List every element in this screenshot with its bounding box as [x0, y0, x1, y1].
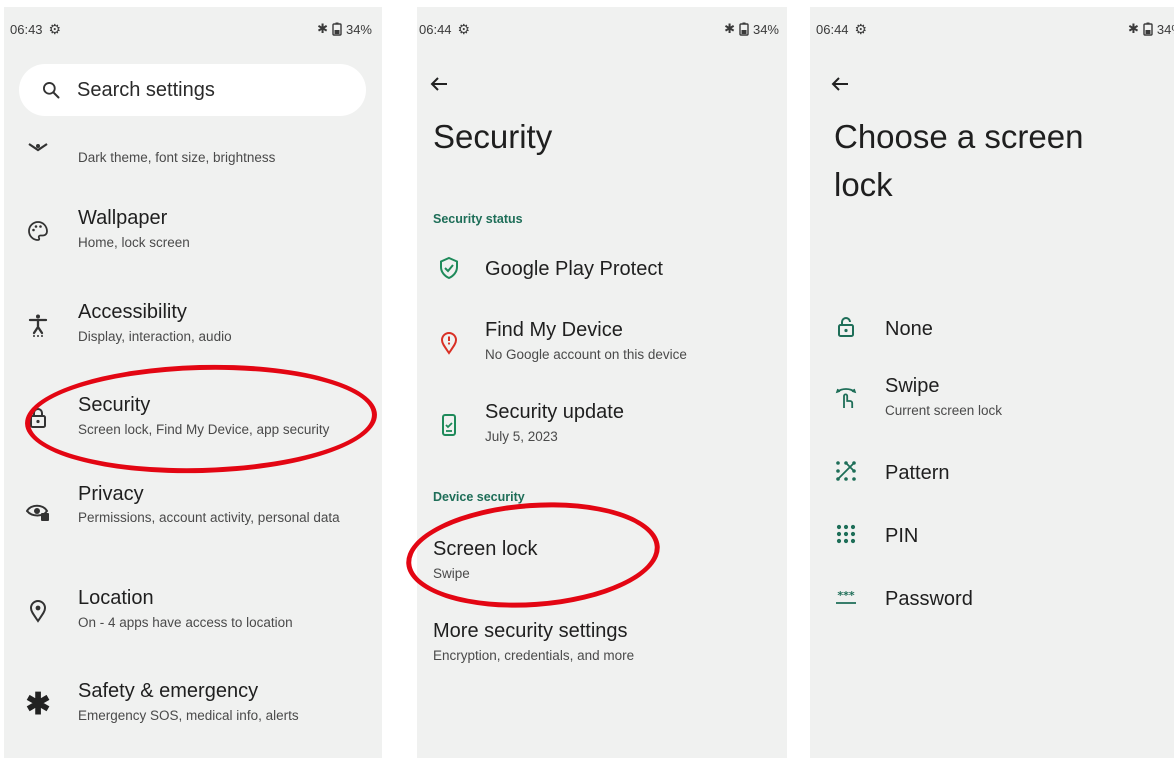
bluetooth-icon: ✱ [317, 21, 328, 36]
status-bar-right: ✱ 34% [1128, 21, 1174, 37]
security-item-play-protect[interactable]: Google Play Protect [417, 252, 787, 292]
back-arrow-icon[interactable] [427, 72, 451, 96]
search-settings-bar[interactable]: Search settings [19, 64, 366, 116]
lock-icon [30, 408, 46, 428]
page-title: Security [433, 118, 553, 155]
settings-item-wallpaper[interactable]: Wallpaper Home, lock screen [4, 205, 382, 255]
security-item-subtitle: Encryption, credentials, and more [433, 648, 635, 663]
lock-option-title: Password [885, 588, 973, 610]
settings-item-subtitle: Display, interaction, audio [78, 329, 232, 344]
settings-item-subtitle: Home, lock screen [78, 235, 190, 250]
accessibility-icon [28, 314, 48, 337]
page-title: Choose a screen lock [834, 113, 1083, 209]
security-item-more-settings[interactable]: More security settings Encryption, crede… [417, 619, 787, 669]
security-item-screen-lock[interactable]: Screen lock Swipe [417, 537, 787, 587]
status-bar-left: 06:43 ⚙ [10, 21, 61, 38]
lock-option-pin[interactable]: PIN [810, 520, 1174, 560]
display-icon [28, 143, 48, 152]
swipe-icon [835, 388, 857, 408]
choose-screen-lock-screen: 06:44 ⚙ ✱ 34% Choose a screen lock None … [810, 7, 1174, 758]
security-item-find-my-device[interactable]: Find My Device No Google account on this… [417, 318, 787, 368]
security-item-subtitle: July 5, 2023 [485, 429, 558, 444]
lock-option-subtitle: Current screen lock [885, 403, 1003, 418]
password-icon: *** [836, 589, 856, 604]
page-title-line1: Choose a screen [834, 118, 1084, 155]
settings-gear-icon: ⚙ [457, 21, 471, 37]
battery-percent: 34% [345, 21, 372, 37]
battery-icon [332, 22, 342, 36]
asterisk-icon: ✱ [25, 687, 51, 721]
security-item-title: Security update [485, 401, 624, 423]
status-bar-right: ✱ 34% [317, 21, 372, 37]
security-item-subtitle: Swipe [433, 566, 470, 581]
status-time: 06:43 [10, 22, 43, 37]
settings-item-security[interactable]: Security Screen lock, Find My Device, ap… [4, 392, 382, 442]
settings-item-title: Location [78, 587, 154, 609]
battery-percent: 34% [1156, 21, 1174, 37]
battery-icon [1143, 22, 1153, 36]
status-bar-left: 06:44 ⚙ [419, 21, 470, 38]
settings-item-subtitle: Screen lock, Find My Device, app securit… [78, 422, 330, 437]
status-time: 06:44 [816, 22, 849, 37]
settings-gear-icon: ⚙ [854, 21, 868, 37]
page-title-line2: lock [834, 166, 893, 203]
lock-option-title: PIN [885, 525, 919, 547]
security-item-title: More security settings [433, 620, 628, 642]
bluetooth-icon: ✱ [724, 21, 735, 36]
location-pin-icon [29, 600, 47, 623]
settings-item-accessibility[interactable]: Accessibility Display, interaction, audi… [4, 299, 382, 349]
pattern-icon [836, 461, 856, 481]
status-bar-right: ✱ 34% [724, 21, 779, 37]
lock-option-title: Swipe [885, 375, 940, 397]
unlocked-icon [838, 317, 854, 337]
section-header-device-security: Device security [433, 490, 525, 504]
lock-option-none[interactable]: None [810, 312, 1174, 352]
security-item-title: Screen lock [433, 538, 538, 560]
svg-text:***: *** [837, 589, 855, 602]
status-time: 06:44 [419, 22, 452, 37]
settings-item-subtitle: Emergency SOS, medical info, alerts [78, 708, 299, 723]
security-item-subtitle: No Google account on this device [485, 347, 687, 362]
settings-item-subtitle: On - 4 apps have access to location [78, 615, 293, 630]
settings-item-safety[interactable]: ✱ Safety & emergency Emergency SOS, medi… [4, 678, 382, 728]
settings-item-title: Wallpaper [78, 207, 168, 229]
back-arrow-icon[interactable] [828, 72, 852, 96]
lock-option-pattern[interactable]: Pattern [810, 457, 1174, 497]
phone-update-icon [442, 414, 456, 436]
settings-screen: 06:43 ⚙ ✱ 34% Search settings Dark theme… [4, 7, 382, 758]
search-icon [43, 82, 60, 99]
status-bar-left: 06:44 ⚙ [816, 21, 867, 38]
security-item-title: Find My Device [485, 319, 623, 341]
settings-item-title: Security [78, 394, 151, 416]
settings-item-title: Accessibility [78, 301, 187, 323]
shield-check-icon [440, 256, 458, 280]
battery-icon [739, 22, 749, 36]
security-item-security-update[interactable]: Security update July 5, 2023 [417, 400, 787, 450]
settings-item-title: Safety & emergency [78, 680, 259, 702]
battery-percent: 34% [752, 21, 779, 37]
pin-keypad-icon [836, 524, 856, 544]
palette-icon [28, 221, 48, 241]
settings-item-title: Privacy [78, 483, 144, 505]
search-placeholder: Search settings [77, 78, 215, 101]
lock-option-swipe[interactable]: Swipe Current screen lock [810, 374, 1174, 424]
lock-option-password[interactable]: *** Password [810, 583, 1174, 623]
find-device-pin-icon [440, 332, 458, 355]
section-header-security-status: Security status [433, 212, 523, 226]
settings-item-display[interactable]: Dark theme, font size, brightness [4, 127, 382, 177]
settings-item-privacy[interactable]: Privacy Permissions, account activity, p… [4, 481, 382, 541]
privacy-eye-icon [26, 504, 49, 521]
lock-option-title: None [885, 318, 933, 340]
settings-item-subtitle: Dark theme, font size, brightness [78, 150, 276, 165]
security-screen: 06:44 ⚙ ✱ 34% Security Security status G… [417, 7, 787, 758]
bluetooth-icon: ✱ [1128, 21, 1139, 36]
settings-gear-icon: ⚙ [48, 21, 62, 37]
security-item-title: Google Play Protect [485, 258, 663, 280]
settings-item-location[interactable]: Location On - 4 apps have access to loca… [4, 585, 382, 635]
settings-item-subtitle: Permissions, account activity, personal … [78, 510, 340, 525]
lock-option-title: Pattern [885, 462, 950, 484]
